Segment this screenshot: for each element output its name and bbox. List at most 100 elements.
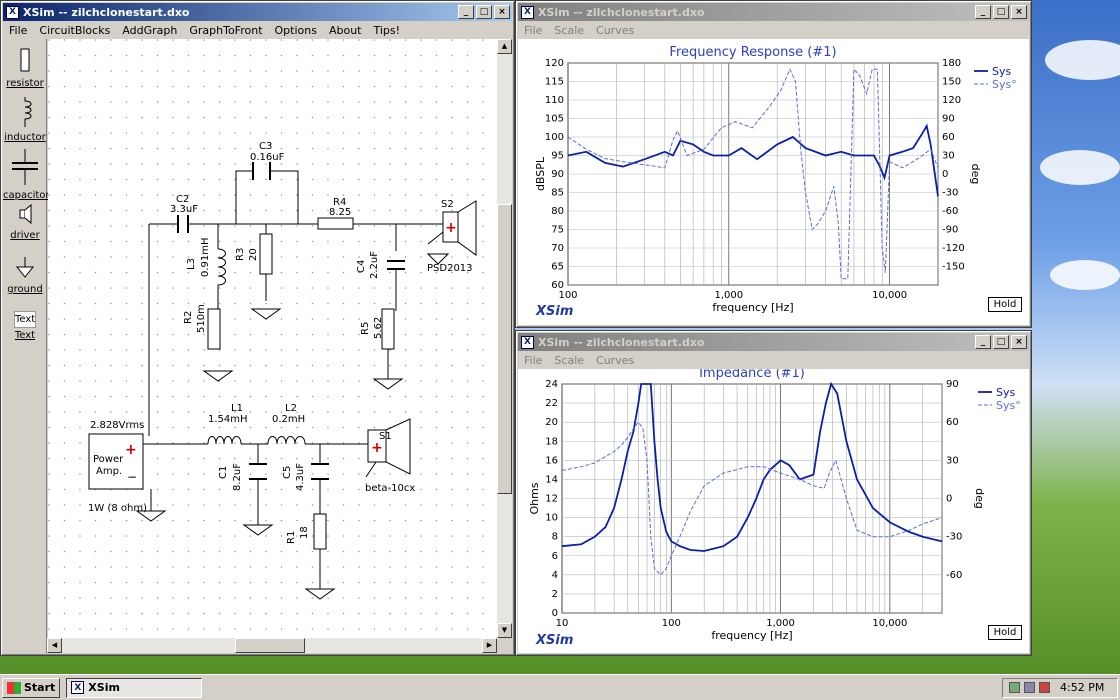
menu-file[interactable]: File xyxy=(3,24,33,37)
menu-tips[interactable]: Tips! xyxy=(368,24,407,37)
clock[interactable]: 4:52 PM xyxy=(1060,681,1104,694)
y-tick-label: 100 xyxy=(545,132,564,143)
scroll-left-arrow[interactable]: ◀ xyxy=(47,638,62,653)
palette-ground[interactable]: ground xyxy=(3,257,47,295)
minimize-button[interactable]: _ xyxy=(975,335,991,349)
component-label-c5: C5 xyxy=(282,466,293,479)
legend-entry: Sys xyxy=(996,386,1015,399)
palette-label: Text xyxy=(14,330,36,341)
scroll-right-arrow[interactable]: ▶ xyxy=(482,638,497,653)
y-tick-label: 22 xyxy=(545,398,558,409)
menu-scale[interactable]: Scale xyxy=(548,354,590,367)
menu-addgraph[interactable]: AddGraph xyxy=(116,24,183,37)
palette-text[interactable]: Text Text xyxy=(3,311,47,341)
horizontal-scrollbar[interactable]: ◀ ▶ xyxy=(47,638,497,653)
y-tick-label: 90 xyxy=(551,169,564,180)
maximize-button[interactable]: □ xyxy=(993,5,1009,19)
menu-file[interactable]: File xyxy=(518,24,548,37)
y2-tick-label: 30 xyxy=(942,151,955,162)
palette-driver[interactable]: driver xyxy=(3,203,47,241)
y-tick-label: 105 xyxy=(545,114,564,125)
menu-circuitblocks[interactable]: CircuitBlocks xyxy=(33,24,116,37)
y2-tick-label: -60 xyxy=(946,570,962,581)
scroll-down-arrow[interactable]: ▼ xyxy=(497,623,512,638)
palette-resistor[interactable]: resistor xyxy=(3,47,47,89)
security-alert-icon[interactable] xyxy=(1039,682,1050,693)
close-button[interactable]: × xyxy=(1011,5,1027,19)
y-tick-label: 80 xyxy=(551,206,564,217)
component-label-r5: R5 xyxy=(360,322,371,335)
menu-scale[interactable]: Scale xyxy=(548,24,590,37)
network-icon[interactable] xyxy=(1009,682,1020,693)
minimize-button[interactable]: _ xyxy=(458,5,474,19)
palette-capacitor[interactable]: capacitor xyxy=(3,149,50,201)
windows-logo-icon xyxy=(7,681,21,694)
y2-tick-label: -60 xyxy=(942,206,958,217)
y2-tick-label: 60 xyxy=(946,417,959,428)
volume-icon[interactable] xyxy=(1024,682,1035,693)
menu-options[interactable]: Options xyxy=(269,24,323,37)
menu-about[interactable]: About xyxy=(323,24,368,37)
palette-label: resistor xyxy=(6,78,44,89)
y-tick-label: 14 xyxy=(545,474,558,485)
close-button[interactable]: × xyxy=(1011,335,1027,349)
legend-entry: Sys° xyxy=(996,399,1021,412)
maximize-button[interactable]: □ xyxy=(476,5,492,19)
ground-icon xyxy=(15,257,35,278)
palette-label: capacitor xyxy=(3,190,50,201)
impedance-window[interactable]: X XSim -- zilchclonestart.dxo _ □ × File… xyxy=(515,330,1032,656)
impedance-graph-area: 0 2 4 6 8 10 12 14 16 18 20 22 24 -60 -30 0 30 60 90 10 100 1… xyxy=(518,366,1029,653)
x-tick-label: 1,000 xyxy=(714,290,743,301)
y-axis-label: Ohms xyxy=(528,482,541,514)
menu-curves[interactable]: Curves xyxy=(590,354,640,367)
x-tick-label: 10 xyxy=(556,618,569,629)
schematic-window[interactable]: X XSim -- zilchclonestart.dxo _ □ × File… xyxy=(0,0,515,656)
start-label: Start xyxy=(24,681,56,694)
frequency-graph-area: 60 65 70 75 80 85 90 95 100 105 110 115 120 -150 -120 -… xyxy=(518,39,1029,325)
close-button[interactable]: × xyxy=(494,5,510,19)
component-value-s1: beta-10cx xyxy=(365,483,415,494)
y2-tick-label: 0 xyxy=(942,169,948,180)
frequency-menubar: File Scale Curves xyxy=(518,21,1029,39)
taskbar-item-label: XSim xyxy=(88,681,120,694)
menu-curves[interactable]: Curves xyxy=(590,24,640,37)
x-tick-label: 100 xyxy=(662,618,681,629)
component-value-r5: 5.62 xyxy=(373,317,384,339)
schematic-canvas[interactable]: + + + − Power Amp. 2.828Vrms 1W (8 ohm) … xyxy=(48,39,498,639)
palette-label: driver xyxy=(10,230,40,241)
frequency-titlebar[interactable]: X XSim -- zilchclonestart.dxo _ □ × xyxy=(518,3,1029,21)
menu-file[interactable]: File xyxy=(518,354,548,367)
palette-inductor[interactable]: inductor xyxy=(3,97,47,143)
minimize-button[interactable]: _ xyxy=(975,5,991,19)
y-tick-label: 12 xyxy=(545,494,558,505)
menu-graphtofront[interactable]: GraphToFront xyxy=(183,24,268,37)
taskbar-item-xsim[interactable]: X XSim xyxy=(66,677,203,698)
start-button[interactable]: Start xyxy=(2,677,61,698)
scroll-up-arrow[interactable]: ▲ xyxy=(497,39,512,54)
desktop-cloud xyxy=(1040,150,1120,185)
component-label-l2: L2 xyxy=(285,403,297,414)
y-tick-label: 70 xyxy=(551,243,564,254)
hold-button[interactable]: Hold xyxy=(988,297,1022,312)
y-tick-label: 85 xyxy=(551,188,564,199)
component-label-c3: C3 xyxy=(259,141,272,152)
y2-tick-label: -30 xyxy=(942,188,958,199)
component-value-l1: 1.54mH xyxy=(208,414,248,425)
frequency-response-window[interactable]: X XSim -- zilchclonestart.dxo _ □ × File… xyxy=(515,0,1032,328)
speaker-icon xyxy=(19,203,32,225)
schematic-titlebar[interactable]: X XSim -- zilchclonestart.dxo _ □ × xyxy=(3,3,512,21)
y-tick-label: 120 xyxy=(545,58,564,69)
scroll-thumb[interactable] xyxy=(235,638,305,653)
scroll-thumb[interactable] xyxy=(497,204,512,494)
y-axis-label: dBSPL xyxy=(534,156,547,191)
chart-title: Impedance (#1) xyxy=(699,369,805,381)
y2-axis-label: deg xyxy=(969,164,982,185)
maximize-button[interactable]: □ xyxy=(993,335,1009,349)
impedance-titlebar[interactable]: X XSim -- zilchclonestart.dxo _ □ × xyxy=(518,333,1029,351)
y2-tick-label: 90 xyxy=(942,114,955,125)
hold-button[interactable]: Hold xyxy=(988,625,1022,640)
vertical-scrollbar[interactable]: ▲ ▼ xyxy=(497,39,512,638)
component-label-c4: C4 xyxy=(356,260,367,273)
component-value-c4: 2.2uF xyxy=(369,251,380,279)
y-tick-label: 2 xyxy=(552,589,558,600)
